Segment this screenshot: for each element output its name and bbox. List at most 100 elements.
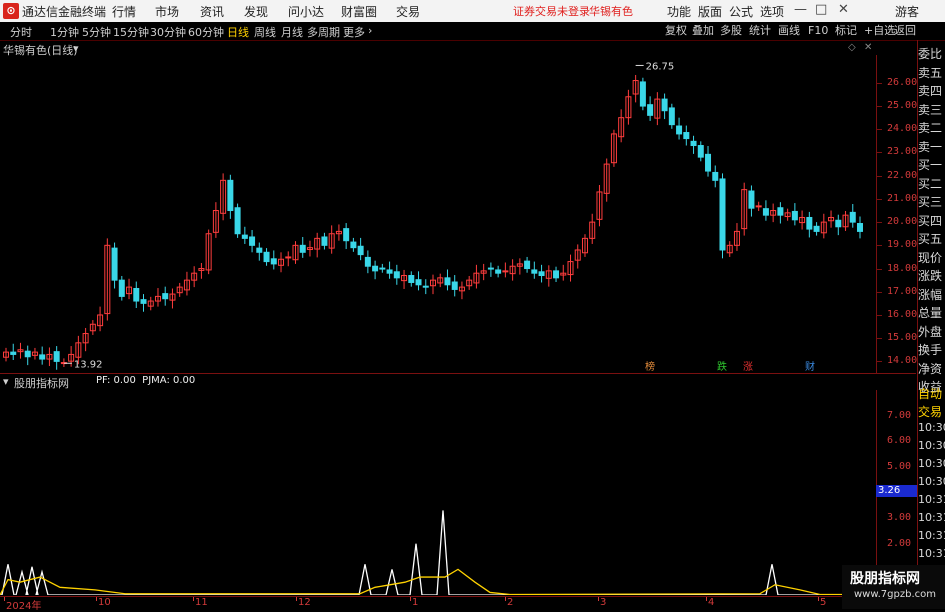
sub-y-tick-label: 2.00 xyxy=(887,537,912,549)
y-tick-label: 21.00 xyxy=(887,192,918,204)
btn-mark[interactable]: 标记 xyxy=(833,23,859,38)
pf-series-line xyxy=(0,510,875,595)
candlestick-chart[interactable]: 26.75 13.92 榜 跌 涨 财 xyxy=(0,55,875,373)
candle-body xyxy=(422,285,429,288)
period-more[interactable]: 更多 xyxy=(343,24,365,40)
menu-news[interactable]: 资讯 xyxy=(200,3,224,20)
x-tick-label: 11 xyxy=(195,597,208,608)
trade-tab[interactable]: 交易 xyxy=(918,403,945,420)
sub-y-tick-label: 7.00 xyxy=(887,409,912,421)
x-tick-mark xyxy=(505,597,506,601)
watermark-title: 股朋指标网 xyxy=(850,571,920,587)
diamond-icon[interactable]: ◇ xyxy=(848,42,856,53)
btn-statistics[interactable]: 统计 xyxy=(747,23,773,38)
y-tick-label: 16.00 xyxy=(887,308,918,320)
restore-icon[interactable]: □ xyxy=(815,2,827,17)
candle-body xyxy=(697,145,704,158)
candle-body xyxy=(849,211,856,223)
candle-body xyxy=(299,244,306,253)
period-1min[interactable]: 1分钟 xyxy=(50,24,79,40)
y-tick-label: 17.00 xyxy=(887,285,918,297)
menu-market[interactable]: 市场 xyxy=(155,3,179,20)
x-tick-label: 3 xyxy=(600,597,607,608)
candle-body xyxy=(668,107,675,126)
candle-body xyxy=(755,205,762,208)
candle-body xyxy=(813,225,820,232)
menu-quotes[interactable]: 行情 xyxy=(112,3,136,20)
candle-body xyxy=(495,269,502,274)
y-tick-label: 20.00 xyxy=(887,216,918,228)
menu-trade[interactable]: 交易 xyxy=(396,3,420,20)
candle-body xyxy=(379,267,386,270)
menu-layout[interactable]: 版面 xyxy=(698,3,722,20)
y-tick-label: 18.00 xyxy=(887,262,918,274)
tick-time: 10:30 xyxy=(918,439,945,452)
x-tick-label: 5 xyxy=(820,597,827,608)
menu-ask-xiaoda[interactable]: 问小达 xyxy=(288,3,324,20)
indicator-chart[interactable] xyxy=(0,390,875,595)
candle-body xyxy=(118,279,125,297)
period-30min[interactable]: 30分钟 xyxy=(150,24,186,40)
btn-overlay[interactable]: 叠加 xyxy=(690,23,716,38)
quote-field-label: 涨幅 xyxy=(918,287,943,302)
minimize-icon[interactable]: — xyxy=(794,2,807,17)
menu-function[interactable]: 功能 xyxy=(667,3,691,20)
btn-draw[interactable]: 画线 xyxy=(776,23,802,38)
close-panel-icon[interactable]: ✕ xyxy=(864,42,872,53)
menu-formula[interactable]: 公式 xyxy=(729,3,753,20)
tick-time: 10:30 xyxy=(918,475,945,488)
menu-discover[interactable]: 发现 xyxy=(244,3,268,20)
quote-field-label: 卖一 xyxy=(918,139,943,154)
chevron-down-icon[interactable]: ▾ xyxy=(73,42,79,55)
period-5min[interactable]: 5分钟 xyxy=(82,24,111,40)
candle-body xyxy=(263,251,270,263)
period-multi[interactable]: 多周期 xyxy=(307,24,340,40)
period-daily[interactable]: 日线 xyxy=(227,24,249,40)
y-tick-label: 25.00 xyxy=(887,100,918,112)
event-mark: 涨 xyxy=(743,361,753,373)
period-monthly[interactable]: 月线 xyxy=(281,24,303,40)
quote-field-label: 卖三 xyxy=(918,102,943,117)
sub-y-tick-label: 3.00 xyxy=(887,512,912,524)
period-intraday[interactable]: 分时 xyxy=(10,24,32,40)
y-tick-mark xyxy=(877,268,882,270)
btn-adjust[interactable]: 复权 xyxy=(663,23,689,38)
candle-body xyxy=(683,132,690,140)
btn-back[interactable]: 返回 xyxy=(892,23,918,38)
candle-body xyxy=(712,171,719,181)
chevron-down-icon[interactable]: ▾ xyxy=(3,375,9,388)
quote-field-label: 现价 xyxy=(918,250,943,265)
tick-time: 10:31 xyxy=(918,547,945,560)
trade-tab[interactable]: 自动 xyxy=(918,385,945,402)
x-tick-mark xyxy=(706,597,707,601)
chevron-right-icon[interactable]: › xyxy=(368,24,372,37)
guest-login[interactable]: 游客 xyxy=(895,3,919,20)
menu-wealth-circle[interactable]: 财富圈 xyxy=(341,3,377,20)
quote-field-label: 净资 xyxy=(918,361,943,376)
period-weekly[interactable]: 周线 xyxy=(254,24,276,40)
candle-body xyxy=(762,208,769,216)
close-icon[interactable]: ✕ xyxy=(838,2,849,17)
y-tick-mark xyxy=(877,129,882,131)
candle-body xyxy=(162,293,169,300)
watermark-logo: 股朋指标网 www.7gpzb.com xyxy=(842,565,945,609)
current-stock-name: 华锡有色 xyxy=(589,5,633,18)
x-tick-label: 2024年 xyxy=(6,601,42,612)
candle-body xyxy=(857,223,863,232)
menu-options[interactable]: 选项 xyxy=(760,3,784,20)
quote-field-label: 总量 xyxy=(918,306,943,320)
app-logo-icon: ⊙ xyxy=(3,3,19,19)
trade-login-warning[interactable]: 证券交易未登录 xyxy=(513,3,590,19)
candle-body xyxy=(249,236,256,246)
btn-f10[interactable]: F10 xyxy=(806,23,830,38)
period-60min[interactable]: 60分钟 xyxy=(188,24,224,40)
candle-body xyxy=(256,247,263,253)
x-tick-label: 1 xyxy=(412,597,419,608)
btn-multi-stock[interactable]: 多股 xyxy=(718,23,744,38)
indicator-values: PF: 0.00 PJMA: 0.00 xyxy=(96,375,196,386)
period-15min[interactable]: 15分钟 xyxy=(113,24,149,40)
x-tick-label: 2 xyxy=(507,597,514,608)
sub-y-tick-label: 5.00 xyxy=(887,460,912,472)
x-tick-label: 12 xyxy=(298,597,311,608)
quote-field-label: 买五 xyxy=(918,232,943,246)
